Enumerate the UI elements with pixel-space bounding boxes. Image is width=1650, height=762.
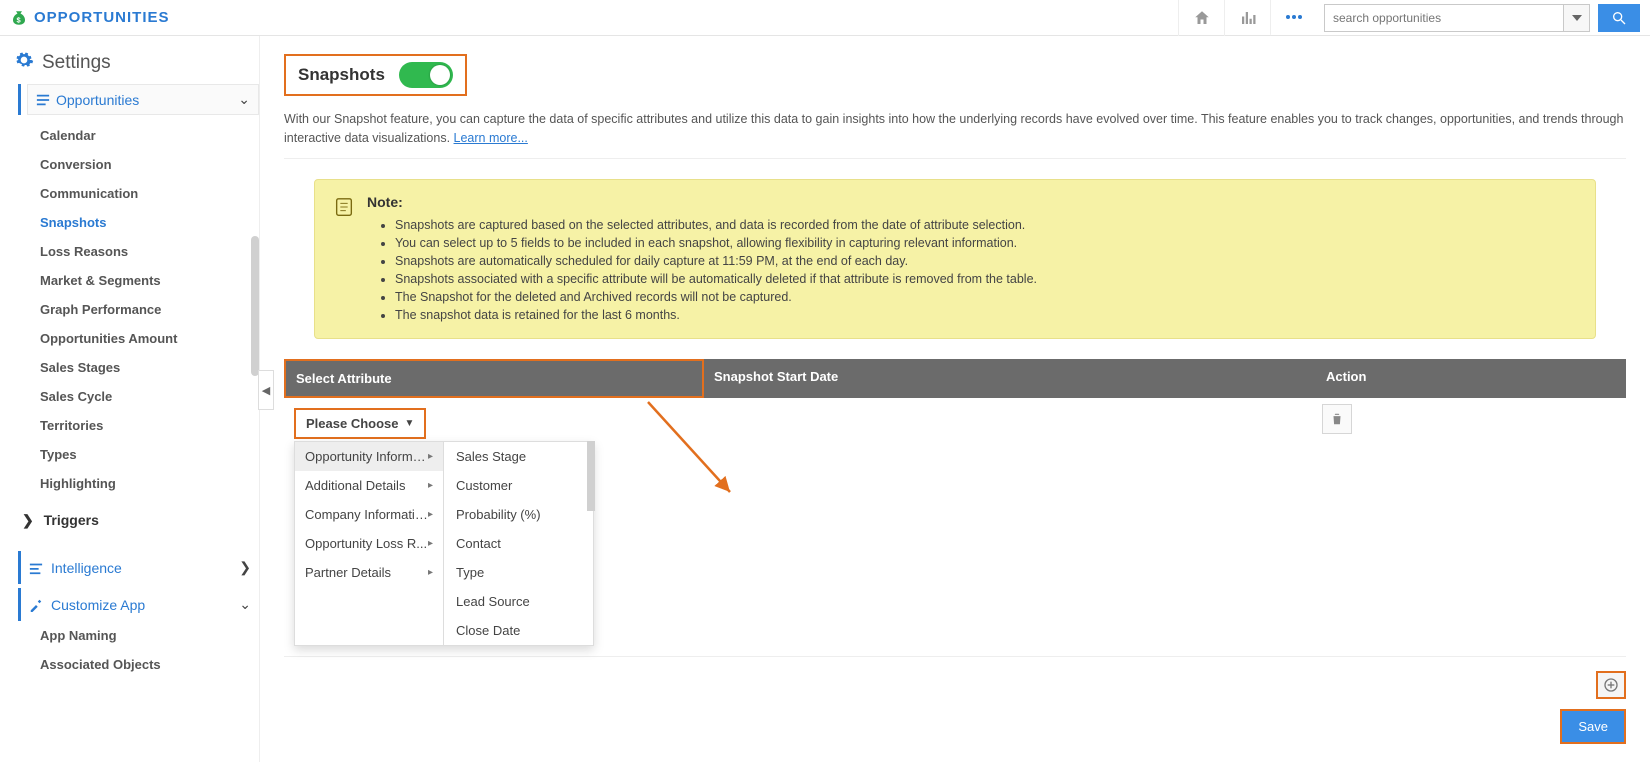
home-icon[interactable]	[1178, 0, 1224, 36]
sidebar-title: Settings	[14, 50, 259, 76]
note-item: The snapshot data is retained for the la…	[395, 306, 1037, 324]
note-item: The Snapshot for the deleted and Archive…	[395, 288, 1037, 306]
note-item: You can select up to 5 fields to be incl…	[395, 234, 1037, 252]
col-action: Action	[1316, 359, 1626, 398]
sidebar-sub-associated[interactable]: Associated Objects	[14, 650, 259, 679]
collapse-sidebar-button[interactable]: ◀	[258, 370, 274, 410]
sidebar-item[interactable]: Conversion	[36, 150, 259, 179]
sidebar-section-intelligence: Intelligence ❯	[18, 551, 259, 584]
sidebar-head-opportunities[interactable]: Opportunities ⌄	[27, 84, 259, 115]
sidebar-intelligence[interactable]: Intelligence ❯	[21, 551, 259, 584]
sidebar-item[interactable]: Types	[36, 440, 259, 469]
sidebar: Settings Opportunities ⌄ CalendarConvers…	[0, 36, 260, 762]
snapshots-toggle[interactable]	[399, 62, 453, 88]
dropdown-field-option[interactable]: Type	[444, 558, 593, 587]
dropdown-field-option[interactable]: Customer	[444, 471, 593, 500]
save-button[interactable]: Save	[1562, 711, 1624, 742]
search-box	[1324, 4, 1640, 32]
col-select-attribute: Select Attribute	[284, 359, 704, 398]
note-item: Snapshots are captured based on the sele…	[395, 216, 1037, 234]
sidebar-item[interactable]: Sales Cycle	[36, 382, 259, 411]
note-title: Note:	[367, 194, 1037, 210]
sidebar-scrollbar[interactable]	[251, 236, 259, 376]
chevron-down-icon: ⌄	[238, 91, 250, 108]
page-description: With our Snapshot feature, you can captu…	[284, 110, 1626, 159]
dropdown-field-option[interactable]: Contact	[444, 529, 593, 558]
sidebar-items: CalendarConversionCommunicationSnapshots…	[14, 115, 259, 504]
dropdown-groups: Opportunity Informa...▸Additional Detail…	[294, 441, 444, 646]
list-icon	[36, 93, 50, 107]
sidebar-item[interactable]: Market & Segments	[36, 266, 259, 295]
add-row-button[interactable]	[1596, 671, 1626, 699]
dropdown-group-option[interactable]: Additional Details▸	[295, 471, 443, 500]
chevron-right-icon: ❯	[22, 512, 34, 528]
chevron-right-icon: ❯	[239, 559, 251, 576]
dropdown-scrollbar[interactable]	[587, 441, 595, 511]
top-bar: $ OPPORTUNITIES	[0, 0, 1650, 36]
sidebar-sub-appnaming[interactable]: App Naming	[14, 621, 259, 650]
note-box: Note: Snapshots are captured based on th…	[314, 179, 1596, 339]
chevron-right-icon: ▸	[428, 538, 433, 549]
note-list: Snapshots are captured based on the sele…	[367, 216, 1037, 324]
chevron-right-icon: ▸	[428, 480, 433, 491]
chevron-right-icon: ▸	[428, 451, 433, 462]
dropdown-group-option[interactable]: Partner Details▸	[295, 558, 443, 587]
note-icon	[333, 194, 355, 324]
sidebar-item[interactable]: Snapshots	[36, 208, 259, 237]
page-title: Snapshots	[298, 65, 385, 85]
sidebar-item[interactable]: Calendar	[36, 121, 259, 150]
sidebar-item[interactable]: Territories	[36, 411, 259, 440]
table-row: Please Choose ▼ Opportunity Informa...▸A…	[284, 398, 1626, 657]
more-icon[interactable]	[1270, 0, 1316, 36]
sidebar-item[interactable]: Communication	[36, 179, 259, 208]
sidebar-triggers[interactable]: ❯ Triggers	[14, 504, 259, 537]
sidebar-item[interactable]: Sales Stages	[36, 353, 259, 382]
note-item: Snapshots associated with a specific att…	[395, 270, 1037, 288]
money-bag-icon: $	[10, 7, 28, 29]
gear-icon	[14, 50, 34, 76]
sidebar-item[interactable]: Loss Reasons	[36, 237, 259, 266]
page-header: Snapshots	[284, 54, 467, 96]
save-button-wrap: Save	[1560, 709, 1626, 744]
main-content: Snapshots With our Snapshot feature, you…	[260, 36, 1650, 762]
dropdown-field-option[interactable]: Lead Source	[444, 587, 593, 616]
chevron-down-icon: ⌄	[239, 596, 251, 613]
note-item: Snapshots are automatically scheduled fo…	[395, 252, 1037, 270]
svg-text:$: $	[17, 15, 22, 24]
dropdown-field-option[interactable]: Sales Stage	[444, 442, 593, 471]
tools-icon	[29, 598, 43, 612]
dropdown-group-option[interactable]: Opportunity Informa...▸	[295, 442, 443, 471]
chevron-right-icon: ▸	[428, 567, 433, 578]
sidebar-group-opportunities: Opportunities ⌄	[18, 84, 259, 115]
search-dropdown[interactable]	[1564, 4, 1590, 32]
dropdown-group-option[interactable]: Opportunity Loss R...▸	[295, 529, 443, 558]
sidebar-section-customize: Customize App ⌄	[18, 588, 259, 621]
search-input[interactable]	[1324, 4, 1564, 32]
app-brand: $ OPPORTUNITIES	[10, 7, 170, 29]
learn-more-link[interactable]: Learn more...	[454, 131, 528, 145]
caret-down-icon: ▼	[405, 418, 415, 429]
brand-text: OPPORTUNITIES	[34, 9, 170, 26]
sidebar-item[interactable]: Highlighting	[36, 469, 259, 498]
sidebar-customize[interactable]: Customize App ⌄	[21, 588, 259, 621]
sidebar-item[interactable]: Opportunities Amount	[36, 324, 259, 353]
attribute-dropdown-button[interactable]: Please Choose ▼	[294, 408, 426, 439]
sidebar-item[interactable]: Graph Performance	[36, 295, 259, 324]
col-start-date: Snapshot Start Date	[704, 359, 1316, 398]
dropdown-field-option[interactable]: Probability (%)	[444, 500, 593, 529]
delete-row-button[interactable]	[1322, 404, 1352, 434]
dropdown-group-option[interactable]: Company Information▸	[295, 500, 443, 529]
attribute-dropdown-menu: Opportunity Informa...▸Additional Detail…	[294, 441, 594, 646]
dropdown-fields: Sales StageCustomerProbability (%)Contac…	[444, 441, 594, 646]
chevron-right-icon: ▸	[428, 509, 433, 520]
dropdown-field-option[interactable]: Close Date	[444, 616, 593, 645]
search-button[interactable]	[1598, 4, 1640, 32]
chart-icon[interactable]	[1224, 0, 1270, 36]
lines-icon	[29, 561, 43, 575]
table-header: Select Attribute Snapshot Start Date Act…	[284, 359, 1626, 398]
